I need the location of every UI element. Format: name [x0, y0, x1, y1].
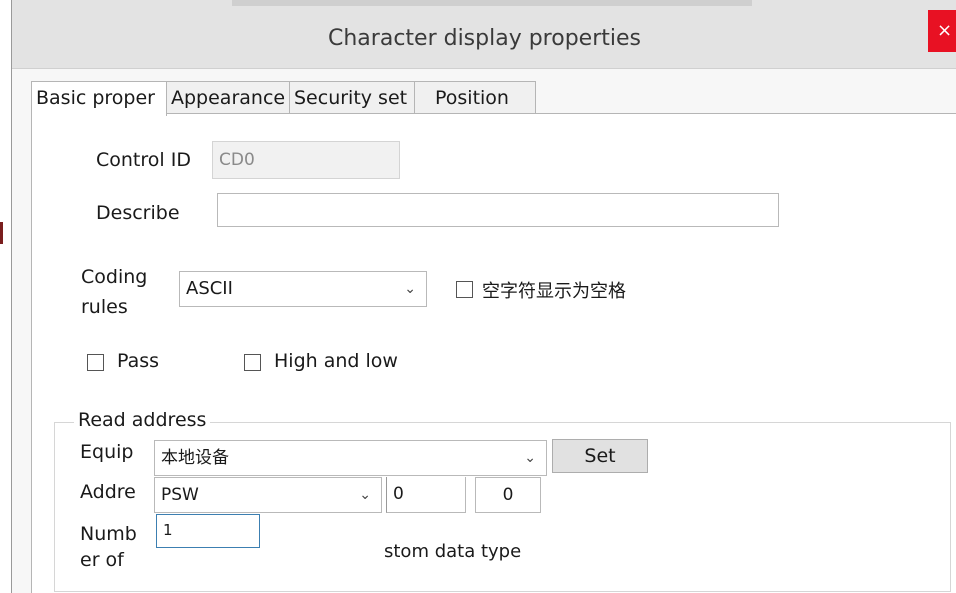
high-and-low-label: High and low	[274, 350, 398, 372]
equipment-label: Equip	[80, 441, 134, 463]
window-title: Character display properties	[328, 26, 641, 51]
number-of-label-line2: er of	[80, 549, 124, 571]
coding-rules-label-line2: rules	[81, 296, 128, 318]
chevron-down-icon: ⌄	[359, 487, 371, 503]
address-value-input[interactable]: 0	[386, 477, 466, 513]
pass-label: Pass	[117, 350, 160, 372]
background-window-edge	[0, 222, 3, 244]
tab-security-settings[interactable]: Security set	[289, 81, 415, 114]
title-bar[interactable]: Character display properties ×	[12, 0, 956, 69]
tab-label: Basic proper	[36, 87, 155, 109]
number-of-label-line1: Numb	[80, 523, 137, 545]
title-bar-shade	[232, 0, 752, 6]
custom-data-type-label: stom data type	[384, 541, 522, 562]
chevron-down-icon: ⌄	[404, 281, 416, 297]
null-as-space-checkbox[interactable]	[456, 281, 473, 298]
coding-rules-label-line1: Coding	[81, 266, 148, 288]
number-of-input[interactable]: 1	[156, 514, 260, 548]
close-icon: ×	[937, 20, 953, 41]
set-button[interactable]: Set	[552, 439, 648, 473]
describe-label: Describe	[96, 202, 180, 224]
high-and-low-checkbox[interactable]	[244, 354, 261, 371]
tab-label: Security set	[294, 87, 408, 109]
close-button[interactable]: ×	[928, 10, 956, 52]
address-type-value: PSW	[161, 485, 199, 505]
address-offset-input[interactable]: 0	[475, 477, 541, 513]
read-address-group-title: Read address	[74, 409, 211, 431]
control-id-field: CD0	[212, 141, 400, 179]
tab-label: Appearance	[171, 87, 286, 109]
address-type-select[interactable]: PSW ⌄	[154, 477, 382, 513]
coding-rules-value: ASCII	[186, 278, 233, 299]
tab-label: Position	[435, 87, 509, 109]
chevron-down-icon: ⌄	[524, 450, 536, 466]
tab-basic-properties[interactable]: Basic proper	[31, 81, 167, 116]
describe-input[interactable]	[217, 193, 779, 227]
address-label: Addre	[80, 481, 136, 503]
pass-checkbox[interactable]	[87, 354, 104, 371]
background-strip	[0, 0, 11, 593]
equipment-value: 本地设备	[161, 448, 229, 468]
tab-position[interactable]: Position	[414, 81, 536, 114]
null-as-space-label: 空字符显示为空格	[482, 281, 626, 302]
control-id-label: Control ID	[96, 149, 191, 171]
tab-appearance[interactable]: Appearance	[166, 81, 290, 114]
coding-rules-select[interactable]: ASCII ⌄	[179, 271, 427, 307]
equipment-select[interactable]: 本地设备 ⌄	[154, 440, 547, 476]
set-button-label: Set	[584, 445, 616, 467]
